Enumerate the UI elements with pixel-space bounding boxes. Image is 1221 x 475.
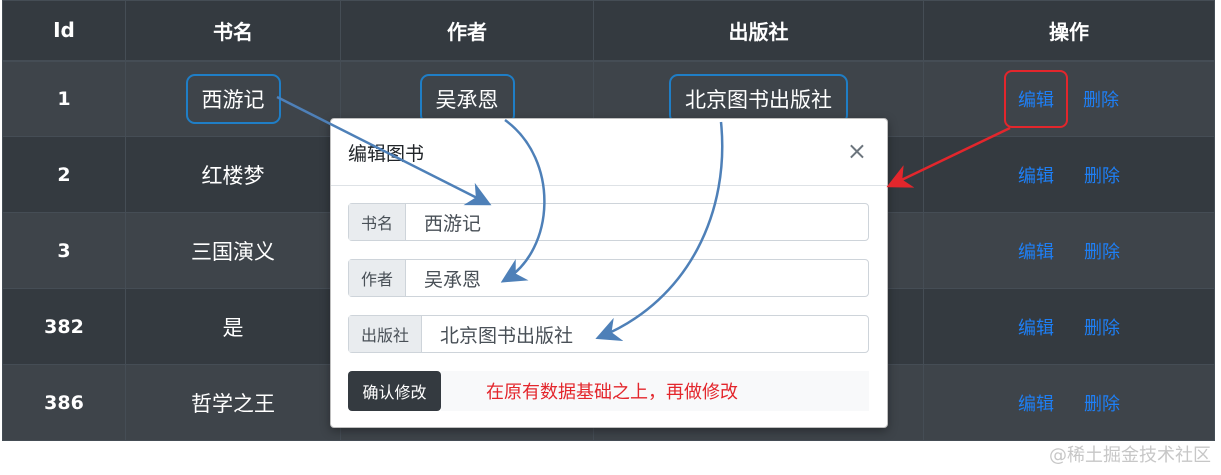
edit-link[interactable]: 编辑: [1018, 242, 1054, 263]
book-name-group: 书名: [348, 203, 869, 241]
annotation-note: 在原有数据基础之上，再做修改: [486, 382, 738, 403]
cell-book-name: 西游记: [125, 60, 341, 137]
close-icon[interactable]: ×: [847, 137, 867, 165]
cell-actions: 编辑 删除: [923, 136, 1215, 213]
cell-id: 382: [2, 288, 126, 365]
cell-book-name: 三国演义: [125, 212, 341, 289]
cell-id: 2: [2, 136, 126, 213]
highlight-book-name: 西游记: [185, 73, 281, 124]
publisher-group: 出版社: [348, 315, 869, 353]
cell-id: 1: [2, 60, 126, 137]
edit-link[interactable]: 编辑: [1018, 394, 1054, 415]
delete-link[interactable]: 删除: [1084, 166, 1120, 187]
delete-link[interactable]: 删除: [1084, 318, 1120, 339]
cell-actions: 编辑 删除: [923, 364, 1215, 441]
header-author: 作者: [340, 0, 594, 62]
author-group: 作者: [348, 259, 869, 297]
cell-actions: 编辑 删除: [923, 212, 1215, 289]
author-input[interactable]: [406, 260, 868, 296]
edit-link[interactable]: 编辑: [1018, 166, 1054, 187]
header-book-name: 书名: [125, 0, 341, 62]
header-id: Id: [2, 0, 126, 62]
highlight-publisher: 北京图书出版社: [669, 73, 848, 124]
cell-id: 3: [2, 212, 126, 289]
header-actions: 操作: [923, 0, 1215, 62]
publisher-label: 出版社: [349, 316, 423, 352]
publisher-input[interactable]: [422, 316, 868, 352]
edit-link[interactable]: 编辑: [1018, 90, 1054, 111]
highlight-edit: 编辑: [1004, 69, 1068, 128]
cell-book-name: 是: [125, 288, 341, 365]
delete-link[interactable]: 删除: [1084, 242, 1120, 263]
header-publisher: 出版社: [593, 0, 924, 62]
author-label: 作者: [349, 260, 407, 296]
book-name-input[interactable]: [406, 204, 868, 240]
modal-header: 编辑图书 ×: [331, 119, 887, 186]
edit-link[interactable]: 编辑: [1018, 318, 1054, 339]
watermark: @稀土掘金技术社区: [1049, 445, 1211, 466]
delete-link[interactable]: 删除: [1084, 394, 1120, 415]
delete-link[interactable]: 删除: [1083, 90, 1119, 111]
cell-book-name: 红楼梦: [125, 136, 341, 213]
highlight-author: 吴承恩: [419, 73, 515, 124]
cell-id: 386: [2, 364, 126, 441]
edit-book-modal: 编辑图书 × 书名 作者 出版社 确认修改 在原有数据基础之上，再做修改: [330, 118, 888, 428]
table-header-row: Id 书名 作者 出版社 操作: [2, 0, 1215, 62]
cell-actions: 编辑 删除: [923, 288, 1215, 365]
confirm-edit-button[interactable]: 确认修改: [348, 371, 441, 411]
book-name-label: 书名: [349, 204, 407, 240]
cell-book-name: 哲学之王: [125, 364, 341, 441]
modal-title: 编辑图书: [348, 143, 425, 165]
cell-actions: 编辑 删除: [923, 60, 1215, 137]
